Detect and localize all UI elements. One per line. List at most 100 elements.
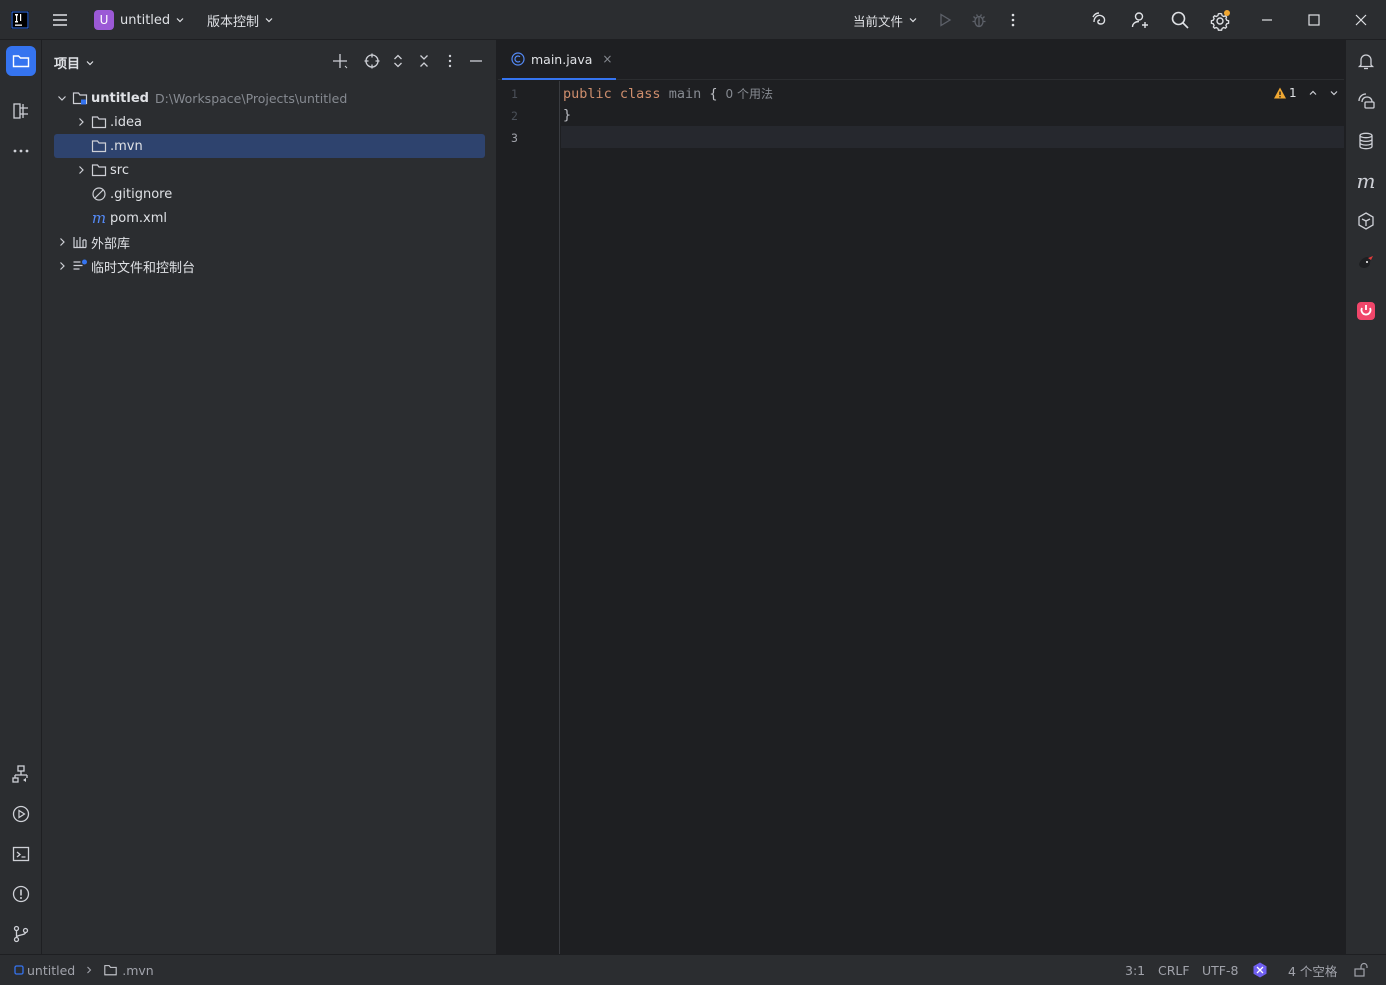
ai-agent-icon[interactable] xyxy=(1351,206,1381,236)
problems-icon[interactable] xyxy=(6,879,36,909)
tree-item-label: src xyxy=(110,162,129,178)
tree-item-external-libraries[interactable]: 外部库 xyxy=(54,230,485,254)
chevron-right-icon[interactable] xyxy=(73,162,89,178)
tab-close-icon[interactable]: × xyxy=(602,52,612,66)
code-line[interactable]: } xyxy=(563,107,571,123)
project-path: D:\Workspace\Projects\untitled xyxy=(154,90,348,106)
breadcrumb-project[interactable]: untitled xyxy=(27,963,75,978)
services-icon[interactable] xyxy=(6,759,36,789)
settings-icon[interactable] xyxy=(1210,0,1232,40)
chevron-right-icon[interactable] xyxy=(54,234,70,250)
search-icon[interactable] xyxy=(1170,0,1190,40)
options-icon[interactable] xyxy=(439,50,461,72)
vcs-label: 版本控制 xyxy=(207,14,260,30)
warning-icon xyxy=(1273,86,1287,100)
project-folder-icon[interactable] xyxy=(6,46,36,76)
code-line[interactable]: public class main {0 个用法 xyxy=(563,85,773,102)
ai-assistant-icon[interactable] xyxy=(1090,0,1110,40)
file-encoding[interactable]: UTF-8 xyxy=(1202,955,1238,985)
folder-icon xyxy=(91,138,107,154)
line-number: 1 xyxy=(511,87,518,101)
hamburger-menu-icon[interactable] xyxy=(50,0,70,40)
add-icon[interactable] xyxy=(329,50,351,72)
project-switcher[interactable]: U untitled xyxy=(94,0,186,40)
run-config-selector[interactable]: 当前文件 xyxy=(853,0,919,40)
folder-icon xyxy=(91,162,107,178)
run-icon[interactable] xyxy=(6,799,36,829)
close-icon[interactable] xyxy=(1352,0,1370,40)
database-icon[interactable] xyxy=(1351,126,1381,156)
status-bar: untitled .mvn 3:1 CRLF UTF-8 4 个空格 xyxy=(0,954,1386,985)
add-user-icon[interactable] xyxy=(1130,0,1150,40)
inspection-widget[interactable]: 1 xyxy=(1273,86,1340,100)
tree-item-scratches[interactable]: 临时文件和控制台 xyxy=(54,254,485,278)
chevron-up-icon[interactable] xyxy=(1307,87,1319,99)
library-icon xyxy=(72,234,88,250)
chevron-down-icon xyxy=(86,60,94,65)
breadcrumb-folder[interactable]: .mvn xyxy=(122,963,153,978)
chevron-right-icon[interactable] xyxy=(73,114,89,130)
tree-item-mvn[interactable]: .mvn xyxy=(54,134,485,158)
tree-item-gitignore[interactable]: .gitignore xyxy=(54,182,485,206)
notifications-icon[interactable] xyxy=(1351,46,1381,76)
maven-icon[interactable]: m xyxy=(1351,166,1381,196)
tree-item-label: 外部库 xyxy=(91,236,131,252)
scratches-icon xyxy=(72,258,88,274)
folder-icon xyxy=(91,114,107,130)
chevron-right-icon[interactable] xyxy=(54,258,70,274)
chevron-down-icon xyxy=(265,18,273,23)
plugin-icon[interactable] xyxy=(1351,296,1381,326)
lock-icon[interactable] xyxy=(1353,955,1369,985)
tree-item-pom[interactable]: m pom.xml xyxy=(54,206,485,230)
folder-icon xyxy=(103,963,118,977)
right-tool-strip: m xyxy=(1345,40,1386,954)
indent-setting[interactable]: 4 个空格 xyxy=(1288,955,1337,985)
more-horizontal-icon[interactable] xyxy=(6,136,36,166)
run-icon[interactable] xyxy=(936,0,954,40)
intellij-idea-icon[interactable] xyxy=(10,0,30,40)
project-name: untitled xyxy=(120,12,171,28)
left-tool-strip xyxy=(0,40,42,954)
line-separator[interactable]: CRLF xyxy=(1158,955,1190,985)
tree-item-src[interactable]: src xyxy=(54,158,485,182)
tree-item-label: .mvn xyxy=(110,138,143,154)
java-class-icon xyxy=(511,52,525,66)
expand-collapse-icon[interactable] xyxy=(387,50,409,72)
tree-item-label: pom.xml xyxy=(110,210,167,226)
maximize-icon[interactable] xyxy=(1305,0,1323,40)
collapse-all-icon[interactable] xyxy=(413,50,435,72)
ai-status-icon[interactable] xyxy=(1251,955,1269,985)
tab-label: main.java xyxy=(531,51,593,67)
hide-icon[interactable] xyxy=(465,50,487,72)
breadcrumb: untitled .mvn xyxy=(14,955,154,985)
project-panel: 项目 untitled D:\Workspace\Projects\untitl… xyxy=(42,40,497,954)
tree-item-label: 临时文件和控制台 xyxy=(91,260,196,276)
module-folder-icon xyxy=(72,90,88,106)
locate-icon[interactable] xyxy=(361,50,383,72)
minimize-icon[interactable] xyxy=(1258,0,1276,40)
ai-chat-icon[interactable] xyxy=(1351,86,1381,116)
current-line-highlight xyxy=(561,126,1344,148)
terminal-icon[interactable] xyxy=(6,839,36,869)
tree-item-untitled[interactable]: untitled D:\Workspace\Projects\untitled xyxy=(54,86,485,110)
tree-item-idea[interactable]: .idea xyxy=(54,110,485,134)
caret-position[interactable]: 3:1 xyxy=(1125,955,1145,985)
usage-hint[interactable]: 0 个用法 xyxy=(726,87,773,101)
project-view-selector[interactable]: 项目 xyxy=(54,53,96,72)
project-panel-title: 项目 xyxy=(54,57,81,72)
structure-icon[interactable] xyxy=(6,96,36,126)
ignore-file-icon xyxy=(91,186,107,202)
chevron-down-icon[interactable] xyxy=(54,90,70,106)
debug-icon[interactable] xyxy=(970,0,988,40)
vcs-menu[interactable]: 版本控制 xyxy=(207,0,275,40)
chevron-down-icon xyxy=(909,18,917,23)
chevron-down-icon[interactable] xyxy=(1328,87,1340,99)
more-vertical-icon[interactable] xyxy=(1004,0,1022,40)
editor: main.java × 1 2 3 public class main {0 个… xyxy=(498,40,1344,954)
git-icon[interactable] xyxy=(6,919,36,949)
editor-tab-bar: main.java × xyxy=(498,40,1344,80)
chevron-down-icon xyxy=(176,18,184,23)
tab-main-java[interactable]: main.java × xyxy=(502,40,616,80)
code-with-me-icon[interactable] xyxy=(1351,246,1381,276)
tree-item-label: .idea xyxy=(110,114,142,130)
